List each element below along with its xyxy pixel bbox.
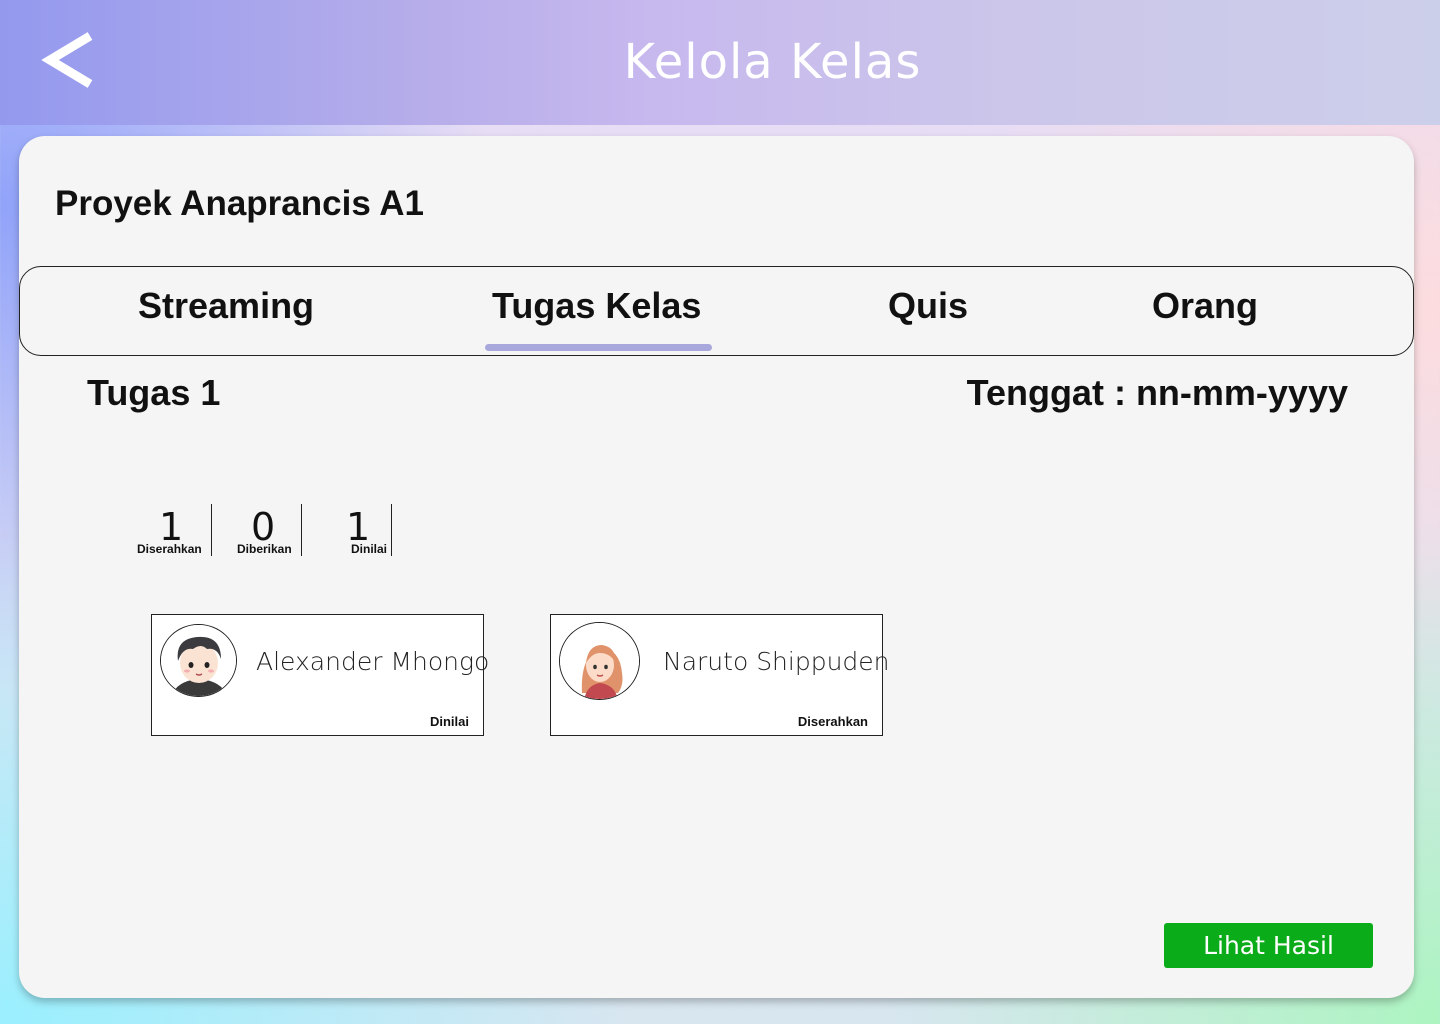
student-card-alexander[interactable]: Alexander Mhongo Dinilai (151, 614, 489, 736)
student-status: Dinilai (429, 714, 469, 729)
app-header: Kelola Kelas (0, 0, 1440, 125)
stat-value: 1 (346, 505, 371, 549)
student-name: Alexander Mhongo (256, 647, 490, 676)
student-status: Diserahkan (797, 714, 868, 729)
tab-tugas-kelas[interactable]: Tugas Kelas (492, 285, 701, 327)
stat-label: Diserahkan (137, 542, 202, 556)
task-deadline: Tenggat : nn-mm-yyyy (966, 372, 1348, 413)
tab-orang[interactable]: Orang (1152, 285, 1258, 327)
tab-quis[interactable]: Quis (888, 285, 968, 327)
stat-label: Diberikan (237, 542, 292, 556)
stat-dinilai: 1 Dinilai (339, 504, 392, 556)
stat-value: 1 (159, 505, 184, 549)
stat-value: 0 (251, 505, 276, 549)
view-results-button[interactable]: Lihat Hasil (1164, 923, 1373, 968)
class-title: Proyek Anaprancis A1 (55, 184, 424, 223)
boy-avatar-icon (160, 624, 237, 697)
girl-avatar-icon (559, 622, 640, 700)
active-tab-indicator (485, 344, 712, 351)
student-card-naruto[interactable]: Naruto Shippuden Diserahkan (550, 614, 890, 736)
task-title: Tugas 1 (87, 372, 221, 413)
stat-diserahkan: 1 Diserahkan (137, 504, 212, 556)
page-title: Kelola Kelas (623, 34, 922, 90)
class-card: Proyek Anaprancis A1 Streaming Tugas Kel… (19, 136, 1414, 998)
stat-diberikan: 0 Diberikan (233, 504, 302, 556)
tab-streaming[interactable]: Streaming (138, 285, 314, 327)
student-name: Naruto Shippuden (663, 647, 890, 676)
stat-label: Dinilai (351, 542, 388, 556)
tab-bar: Streaming Tugas Kelas Quis Orang (19, 266, 1414, 356)
